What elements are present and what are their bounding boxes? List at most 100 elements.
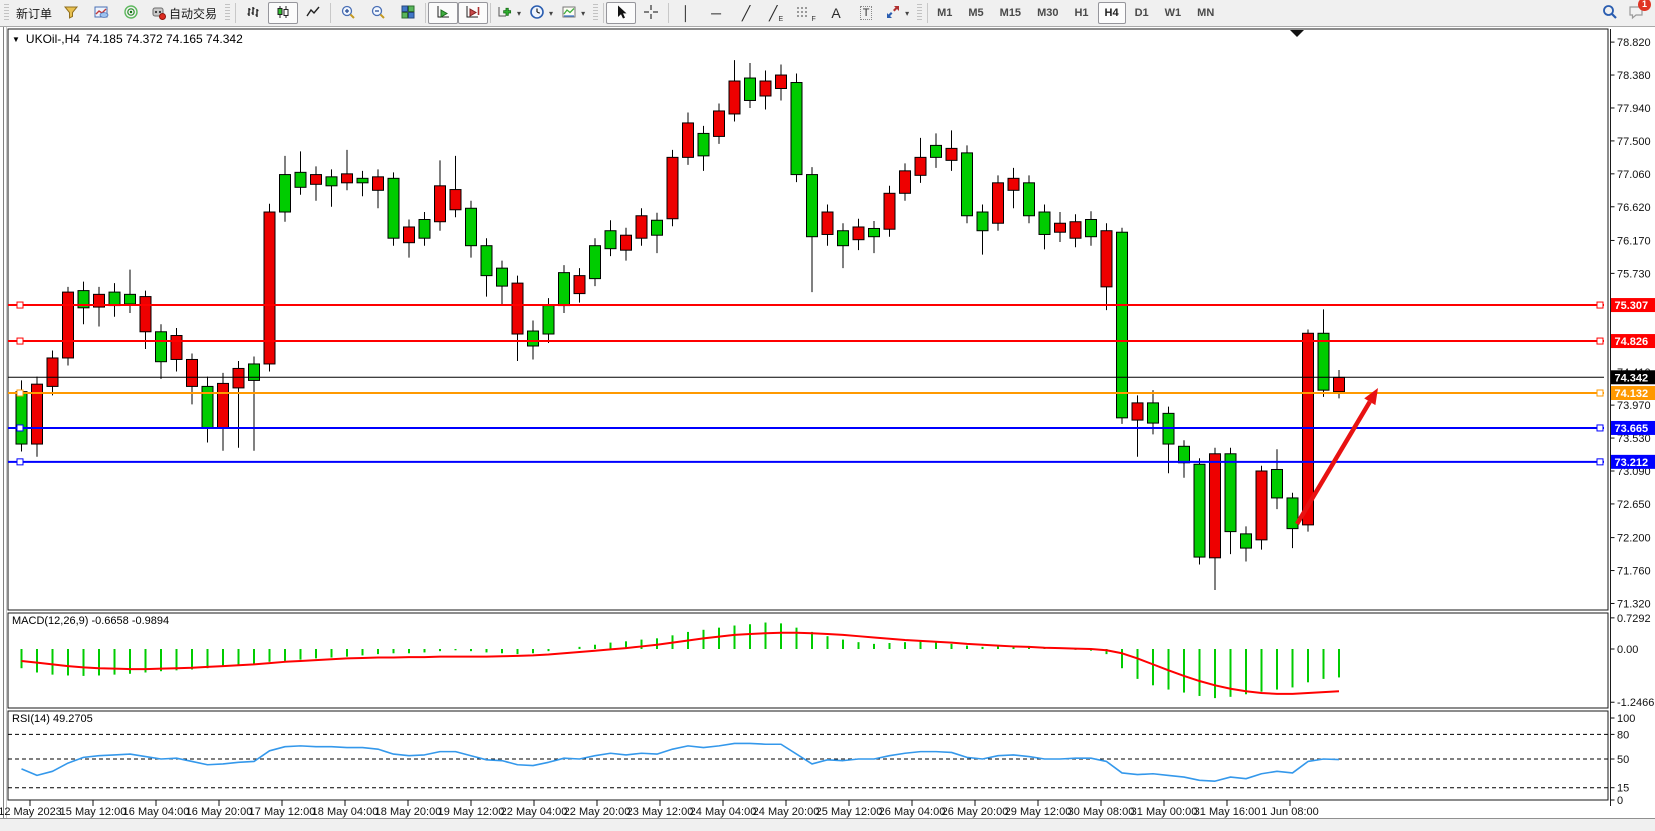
trendline-tool-button[interactable]: ╱ (731, 2, 761, 24)
vertical-line-icon: │ (682, 6, 691, 20)
line-handle[interactable] (17, 459, 23, 465)
timeframe-D1[interactable]: D1 (1128, 2, 1156, 24)
toolbar-separator (927, 3, 928, 23)
crosshair-icon (643, 4, 659, 23)
horizontal-line-tool-button[interactable]: ─ (701, 2, 731, 24)
collapse-triangle-icon[interactable]: ▼ (12, 35, 20, 44)
svg-text:15 May 12:00: 15 May 12:00 (60, 806, 127, 818)
toolbar-grip[interactable] (225, 4, 230, 22)
line-handle[interactable] (1597, 425, 1603, 431)
toolbar-separator (235, 3, 236, 23)
svg-text:72.200: 72.200 (1617, 533, 1651, 545)
crosshair-tool-button[interactable] (636, 2, 666, 24)
svg-text:75.307: 75.307 (1615, 300, 1649, 312)
chart-shift-button[interactable] (458, 2, 488, 24)
auto-scroll-icon (435, 4, 451, 23)
svg-text:78.380: 78.380 (1617, 70, 1651, 82)
arrows-tool-button[interactable]: ▾ (881, 2, 913, 24)
indicators-button[interactable]: ▾ (493, 2, 525, 24)
level-lines[interactable] (8, 302, 1604, 465)
chevron-down-icon: ▾ (581, 9, 585, 18)
line-handle[interactable] (1597, 390, 1603, 396)
autotrade-robot-icon (150, 4, 166, 23)
zoom-out-icon (370, 4, 386, 23)
text-label-tool-button[interactable]: T (851, 2, 881, 24)
vertical-line-tool-button[interactable]: │ (671, 2, 701, 24)
timeframe-M1[interactable]: M1 (930, 2, 959, 24)
toolbar-grip[interactable] (917, 4, 922, 22)
macd-label: MACD(12,26,9) -0.6658 -0.9894 (12, 615, 169, 627)
candlestick-chart-button[interactable] (268, 2, 298, 24)
macd-indicator: 0.72920.00-1.2466 (22, 613, 1655, 709)
cursor-arrow-icon (613, 4, 629, 23)
price-badge-74.342: 74.342 (1611, 370, 1655, 384)
svg-text:23 May 12:00: 23 May 12:00 (627, 806, 694, 818)
svg-text:31 May 16:00: 31 May 16:00 (1194, 806, 1261, 818)
line-handle[interactable] (1597, 302, 1603, 308)
svg-text:72.650: 72.650 (1617, 499, 1651, 511)
line-handle[interactable] (17, 302, 23, 308)
toolbar-grip[interactable] (593, 4, 598, 22)
line-chart-button[interactable] (298, 2, 328, 24)
timeframe-H1[interactable]: H1 (1067, 2, 1095, 24)
chart-window-icon (93, 4, 109, 23)
notifications-button[interactable]: 1 (1627, 3, 1645, 24)
svg-text:26 May 04:00: 26 May 04:00 (879, 806, 946, 818)
symbol-period-label: UKOil-,H4 (26, 32, 80, 46)
price-axis[interactable]: 78.82078.38077.94077.50077.06076.62076.1… (1611, 37, 1651, 610)
timeframe-H4[interactable]: H4 (1098, 2, 1126, 24)
line-handle[interactable] (17, 390, 23, 396)
line-chart-icon (305, 4, 321, 23)
channel-tool-button[interactable]: ╱E (761, 2, 791, 24)
text-tool-button[interactable]: A (821, 2, 851, 24)
zoom-out-button[interactable] (363, 2, 393, 24)
charts-window-button[interactable] (86, 2, 116, 24)
new-order-button[interactable]: 新订单 (12, 2, 56, 24)
toolbar-separator (490, 3, 491, 23)
chart-title: ▼ UKOil-,H4 74.185 74.372 74.165 74.342 (12, 32, 243, 46)
svg-text:0.00: 0.00 (1617, 644, 1638, 656)
chart-canvas[interactable]: 78.82078.38077.94077.50077.06076.62076.1… (0, 0, 1655, 831)
cursor-tool-button[interactable] (606, 2, 636, 24)
timeframe-M15[interactable]: M15 (993, 2, 1028, 24)
timeframe-M5[interactable]: M5 (961, 2, 990, 24)
timeframe-W1[interactable]: W1 (1158, 2, 1189, 24)
svg-text:30 May 08:00: 30 May 08:00 (1068, 806, 1135, 818)
zoom-in-icon (340, 4, 356, 23)
profile-button[interactable] (56, 2, 86, 24)
svg-text:73.212: 73.212 (1615, 457, 1649, 469)
text-label-icon: T (860, 6, 873, 20)
radar-icon (123, 4, 139, 23)
bar-chart-button[interactable] (238, 2, 268, 24)
autotrade-button[interactable]: 自动交易 (146, 2, 221, 24)
svg-text:18 May 20:00: 18 May 20:00 (375, 806, 442, 818)
timeframe-MN[interactable]: MN (1190, 2, 1221, 24)
auto-scroll-button[interactable] (428, 2, 458, 24)
zoom-in-button[interactable] (333, 2, 363, 24)
line-handle[interactable] (17, 425, 23, 431)
line-handle[interactable] (1597, 459, 1603, 465)
line-handle[interactable] (1597, 338, 1603, 344)
autotrade-label: 自动交易 (169, 5, 217, 22)
svg-text:74.342: 74.342 (1615, 372, 1649, 384)
svg-text:71.320: 71.320 (1617, 598, 1651, 610)
templates-button[interactable]: ▾ (557, 2, 589, 24)
svg-text:17 May 12:00: 17 May 12:00 (249, 806, 316, 818)
rsi-indicator: 1008050150 (8, 713, 1635, 807)
periods-button[interactable]: ▾ (525, 2, 557, 24)
timeframe-group: M1M5M15M30H1H4D1W1MN (930, 2, 1221, 24)
tile-windows-button[interactable] (393, 2, 423, 24)
fibonacci-tool-button[interactable]: F (791, 2, 821, 24)
toolbar-grip[interactable] (4, 4, 9, 22)
line-handle[interactable] (17, 338, 23, 344)
toolbar-separator (425, 3, 426, 23)
price-badge-75.307: 75.307 (1611, 298, 1655, 312)
svg-text:24 May 20:00: 24 May 20:00 (753, 806, 820, 818)
timeframe-M30[interactable]: M30 (1030, 2, 1065, 24)
chart-shift-marker[interactable] (1290, 30, 1304, 37)
time-axis[interactable]: 12 May 202315 May 12:0016 May 04:0016 Ma… (0, 800, 1319, 818)
search-icon[interactable] (1601, 3, 1619, 24)
market-depth-button[interactable] (116, 2, 146, 24)
svg-text:76.170: 76.170 (1617, 235, 1651, 247)
svg-text:12 May 2023: 12 May 2023 (0, 806, 62, 818)
